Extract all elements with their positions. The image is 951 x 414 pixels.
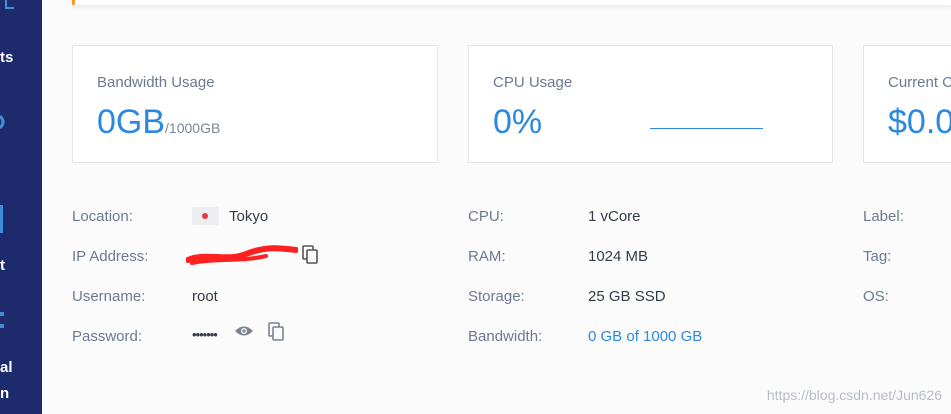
storage-spec-label: Storage: <box>468 288 525 305</box>
cpu-usage-sparkline <box>650 128 763 129</box>
sidebar-icon-low[interactable] <box>0 310 10 336</box>
current-cost-label: Current C <box>888 74 951 91</box>
server-os-label: OS: <box>863 288 889 305</box>
bandwidth-spec-label: Bandwidth: <box>468 328 543 345</box>
location-value: Tokyo <box>229 208 269 225</box>
location-label: Location: <box>72 208 133 225</box>
password-label: Password: <box>72 328 143 345</box>
watermark: https://blog.csdn.net/Jun626 <box>766 387 942 403</box>
sidebar-item-label[interactable]: al <box>0 359 13 376</box>
copy-password-icon[interactable] <box>268 322 286 342</box>
sidebar-icon-mid[interactable] <box>0 114 8 132</box>
current-cost-card: Current C $0.0 <box>863 45 951 163</box>
sidebar-item-label[interactable]: ts <box>0 49 13 66</box>
sidebar: ts t al n <box>0 0 42 414</box>
storage-spec-value: 25 GB SSD <box>588 288 666 305</box>
bandwidth-usage-value: 0GB/1000GB <box>97 103 220 142</box>
current-cost-value: $0.0 <box>888 103 951 141</box>
sidebar-item-label[interactable]: t <box>0 257 5 274</box>
cpu-usage-value: 0% <box>493 103 543 141</box>
password-value: ••••••• <box>192 327 218 342</box>
cpu-usage-label: CPU Usage <box>493 74 573 91</box>
sidebar-icon-top[interactable] <box>4 0 16 14</box>
username-label: Username: <box>72 288 146 305</box>
cpu-spec-value: 1 vCore <box>588 208 641 225</box>
ip-redaction-mark <box>186 245 298 265</box>
sidebar-item-label[interactable]: n <box>0 385 9 402</box>
bandwidth-usage-label: Bandwidth Usage <box>97 74 215 91</box>
bandwidth-spec-link[interactable]: 0 GB of 1000 GB <box>588 328 702 345</box>
cpu-usage-card: CPU Usage 0% <box>468 45 833 163</box>
header-card <box>72 0 951 5</box>
ip-address-label: IP Address: <box>72 248 149 265</box>
bandwidth-usage-amount: 0GB <box>97 103 166 141</box>
sidebar-active-indicator <box>0 205 3 233</box>
bandwidth-usage-unit: /1000GB <box>165 120 221 136</box>
username-value: root <box>192 288 218 305</box>
copy-ip-icon[interactable] <box>302 245 320 265</box>
bandwidth-usage-card: Bandwidth Usage 0GB/1000GB <box>72 45 438 163</box>
server-label-label: Label: <box>863 208 904 225</box>
japan-flag-icon <box>192 207 219 225</box>
ram-spec-label: RAM: <box>468 248 506 265</box>
cpu-spec-label: CPU: <box>468 208 504 225</box>
show-password-eye-icon[interactable] <box>234 324 254 338</box>
ram-spec-value: 1024 MB <box>588 248 649 265</box>
server-tag-label: Tag: <box>863 248 892 265</box>
